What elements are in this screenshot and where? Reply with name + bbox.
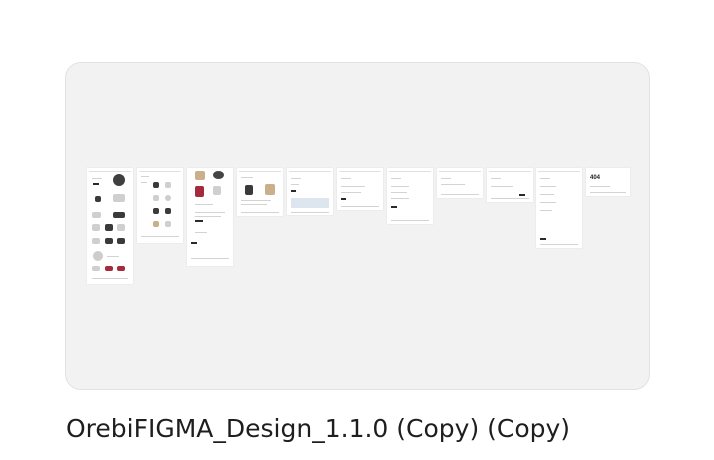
frame-checkout [387,168,433,224]
frame-about [337,168,383,210]
frame-contact [287,168,333,215]
frame-offers [487,168,533,202]
not-found-heading: 404 [590,175,601,181]
frame-cart [237,168,283,216]
file-title[interactable]: OrebiFIGMA_Design_1.1.0 (Copy) (Copy) [66,414,570,443]
frame-not-found: 404 [586,168,630,196]
frame-shop [137,168,183,243]
frame-journal [437,168,483,198]
frame-account [536,168,582,248]
frame-home [87,168,133,284]
frame-product [187,168,233,266]
file-thumbnail-card[interactable]: 404 [65,62,650,390]
